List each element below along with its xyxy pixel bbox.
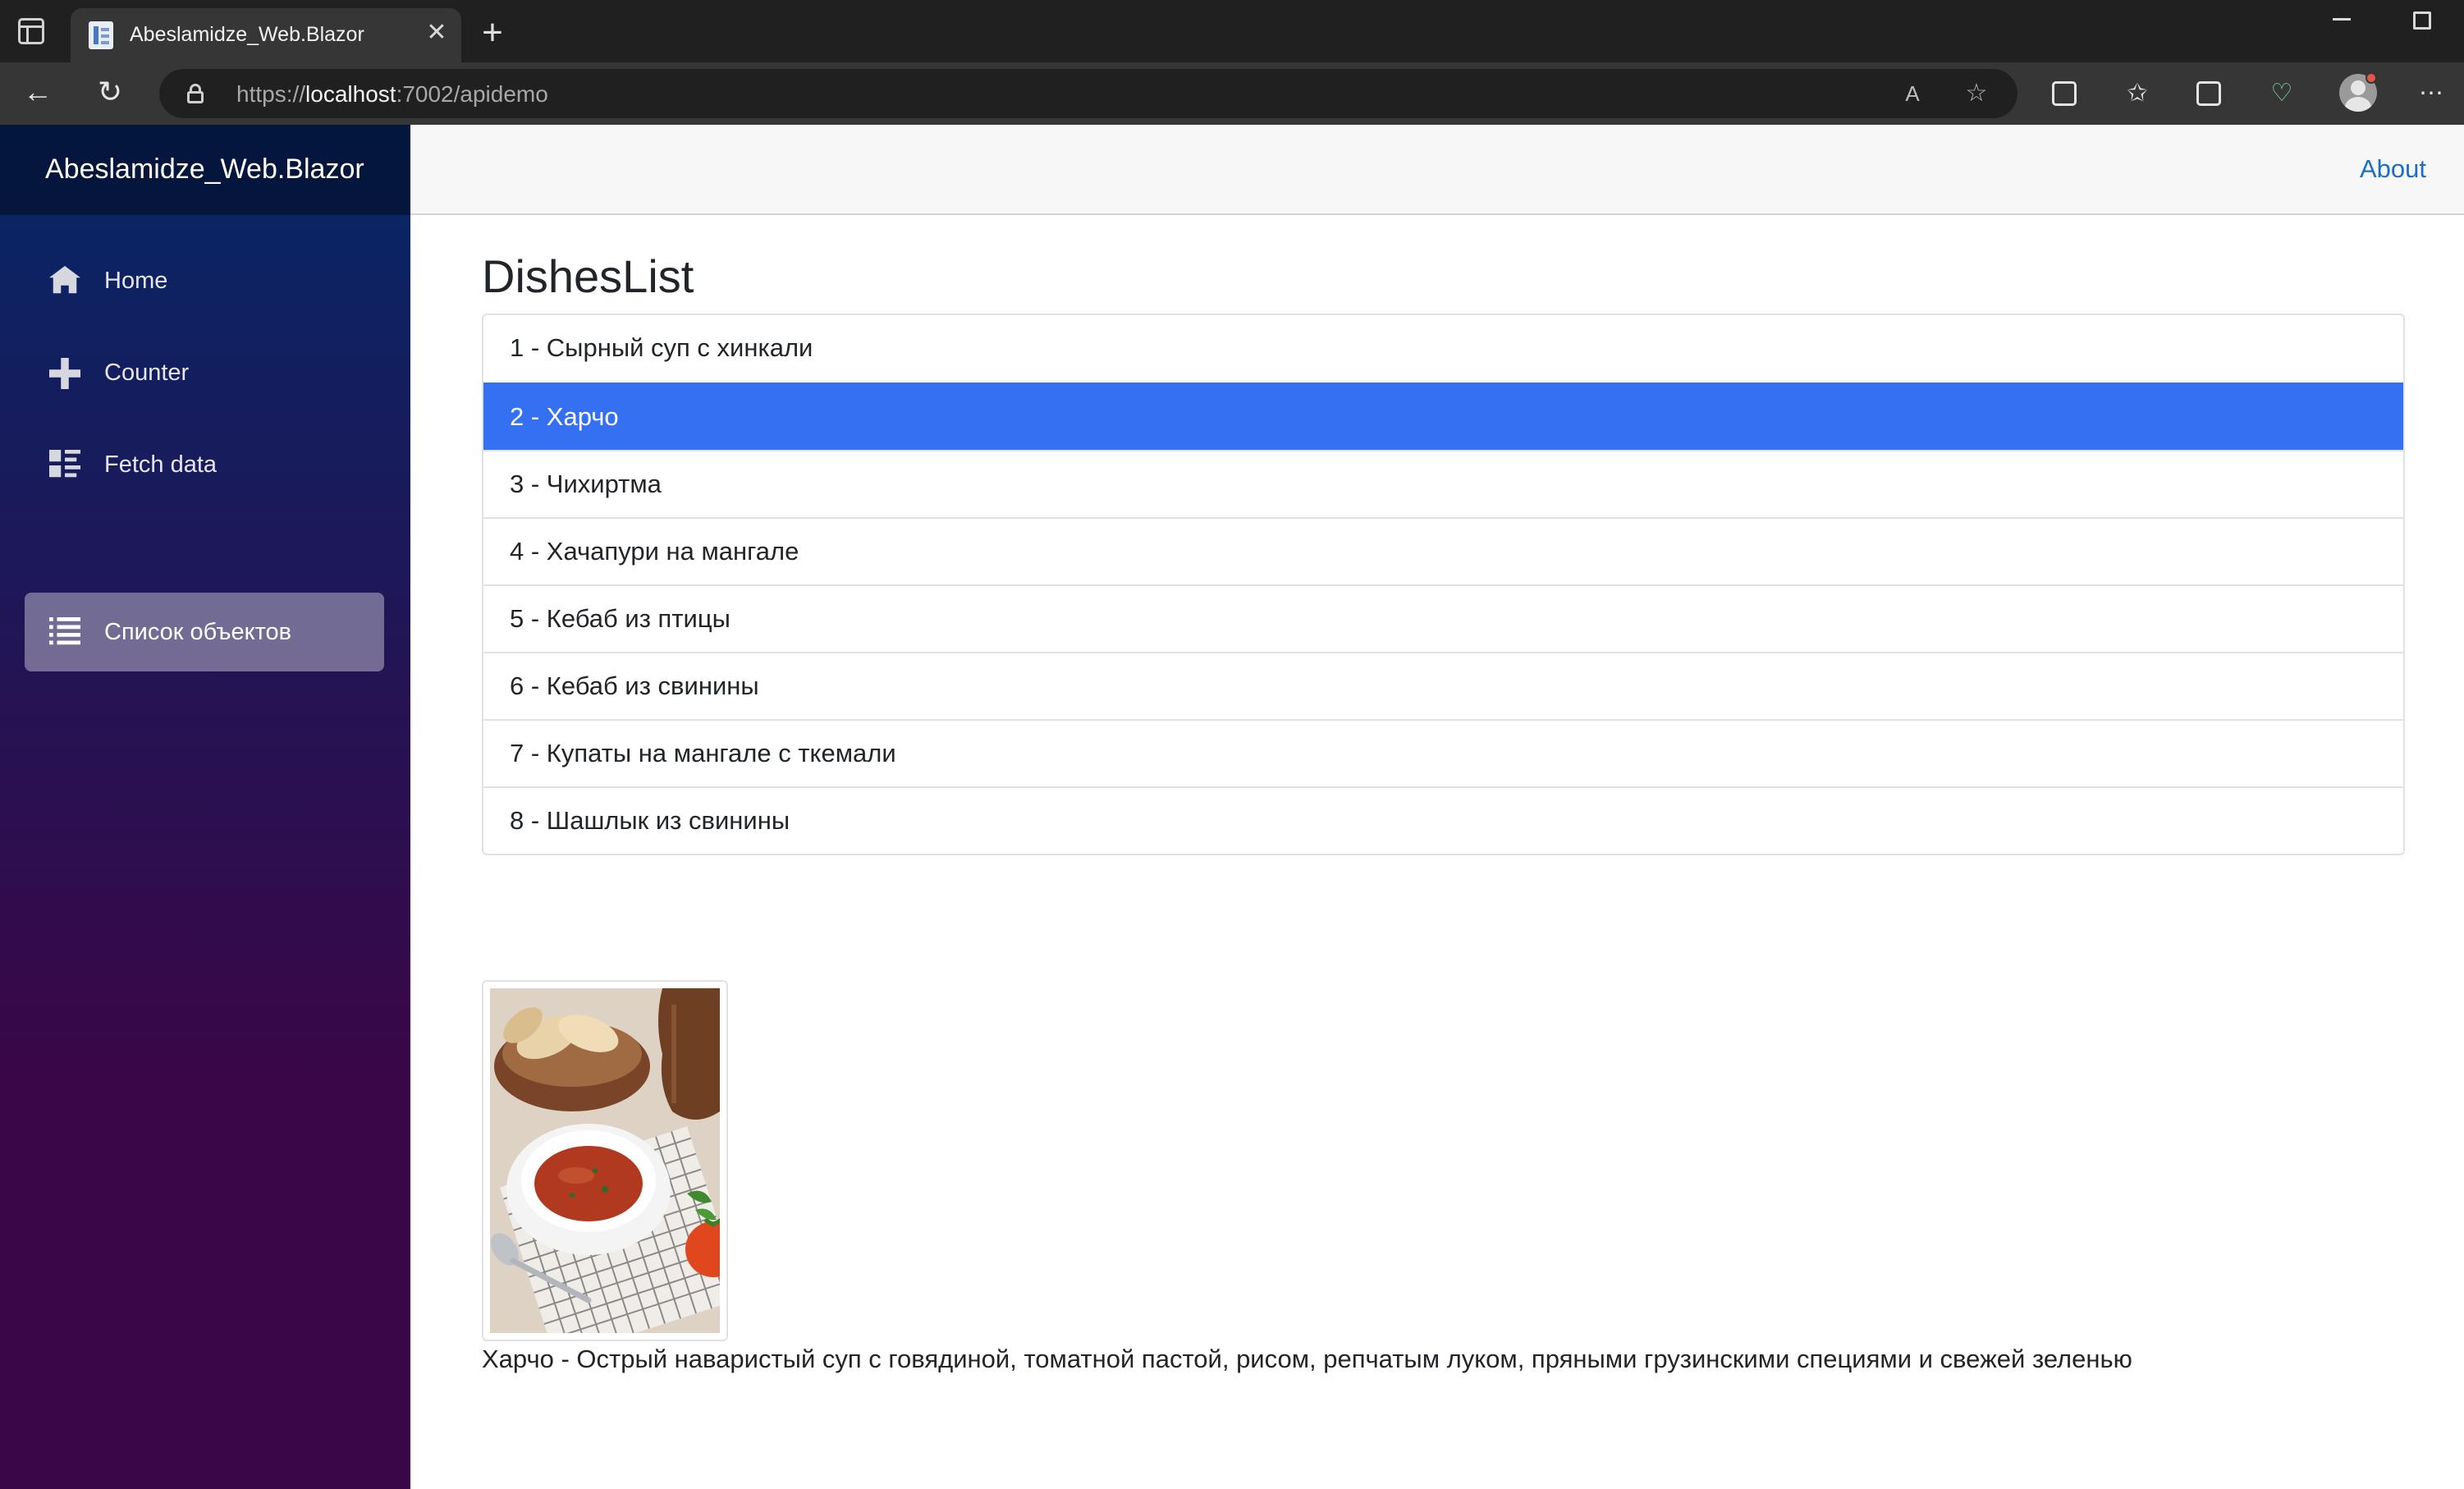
new-tab-icon[interactable]: +: [476, 15, 509, 51]
dish-image-thumbnail: [482, 980, 744, 1359]
list-item[interactable]: 8 - Шашлык из свинины: [483, 786, 2403, 854]
browser-tab-bar: Abeslamidze_Web.Blazor ✕ +: [0, 0, 2464, 62]
url-path: :7002/apidemo: [396, 81, 548, 107]
dish-description: Харчо - Острый наваристый суп с говядино…: [482, 1345, 2132, 1373]
dishes-list: 1 - Сырный суп с хинкали 2 - Харчо 3 - Ч…: [482, 314, 2405, 855]
sidebar-item-label: Fetch data: [104, 451, 218, 478]
url-scheme: https://: [236, 81, 306, 107]
favorite-star-icon[interactable]: ☆: [1962, 79, 1991, 108]
list-item[interactable]: 6 - Кебаб из свинины: [483, 652, 2403, 719]
list-item-selected[interactable]: 2 - Харчо: [483, 383, 2403, 450]
lock-icon[interactable]: [187, 84, 204, 103]
refresh-icon[interactable]: ↻: [92, 74, 128, 110]
list-icon: [49, 617, 80, 645]
profile-notification-dot: [2366, 72, 2377, 84]
list-item[interactable]: 3 - Чихиртма: [483, 450, 2403, 517]
tab-actions-icon[interactable]: [18, 18, 44, 44]
address-bar[interactable]: https://localhost:7002/apidemo A ☆: [159, 69, 2017, 118]
url-host: localhost: [305, 81, 396, 107]
more-options-icon[interactable]: ⋯: [2415, 77, 2448, 110]
top-row: About: [410, 125, 2464, 215]
sidebar-item-label: Home: [104, 268, 168, 294]
browser-toolbar: ← ↻ https://localhost:7002/apidemo A ☆ ✩…: [0, 62, 2464, 125]
sidebar-item-home[interactable]: Home: [25, 241, 384, 320]
sidebar-item-fetch-data[interactable]: Fetch data: [25, 425, 384, 504]
app-brand[interactable]: Abeslamidze_Web.Blazor: [45, 153, 364, 186]
brand-bar: Abeslamidze_Web.Blazor: [0, 125, 410, 215]
dish-photo: [490, 988, 744, 1359]
about-link[interactable]: About: [2360, 154, 2426, 184]
sidebar-item-label: Список объектов: [104, 619, 292, 645]
plus-icon: [49, 358, 80, 389]
url-text[interactable]: https://localhost:7002/apidemo: [236, 81, 548, 108]
collections-icon[interactable]: [2196, 81, 2221, 106]
back-arrow-icon[interactable]: ←: [20, 74, 56, 110]
read-aloud-icon[interactable]: A: [1898, 79, 1927, 108]
list-item[interactable]: 5 - Кебаб из птицы: [483, 584, 2403, 652]
home-icon: [49, 266, 80, 294]
sidebar: Abeslamidze_Web.Blazor Home Counter Fetc…: [0, 125, 410, 1489]
list-rich-icon: [49, 450, 80, 478]
sidebar-item-counter[interactable]: Counter: [25, 333, 384, 412]
main-content: DishesList 1 - Сырный суп с хинкали 2 - …: [482, 248, 2405, 1373]
list-item[interactable]: 1 - Сырный суп с хинкали: [483, 315, 2403, 383]
list-item[interactable]: 7 - Купаты на мангале с ткемали: [483, 719, 2403, 786]
window-minimize-icon[interactable]: [2333, 18, 2351, 21]
favorites-icon[interactable]: ✩: [2121, 77, 2154, 110]
sidebar-item-label: Counter: [104, 360, 190, 386]
window-maximize-icon[interactable]: [2413, 11, 2431, 30]
browser-tab-active[interactable]: Abeslamidze_Web.Blazor ✕: [71, 8, 461, 62]
page-favicon-icon: [89, 21, 113, 49]
page-title: DishesList: [482, 250, 694, 302]
app-root: Abeslamidze_Web.Blazor Home Counter Fetc…: [0, 125, 2464, 1489]
list-item[interactable]: 4 - Хачапури на мангале: [483, 517, 2403, 584]
sidebar-item-object-list[interactable]: Список объектов: [25, 593, 384, 671]
split-screen-icon[interactable]: [2052, 81, 2077, 106]
tab-close-icon[interactable]: ✕: [422, 18, 451, 48]
tab-title: Abeslamidze_Web.Blazor: [130, 23, 364, 46]
browser-essentials-icon[interactable]: ♡: [2265, 77, 2298, 110]
